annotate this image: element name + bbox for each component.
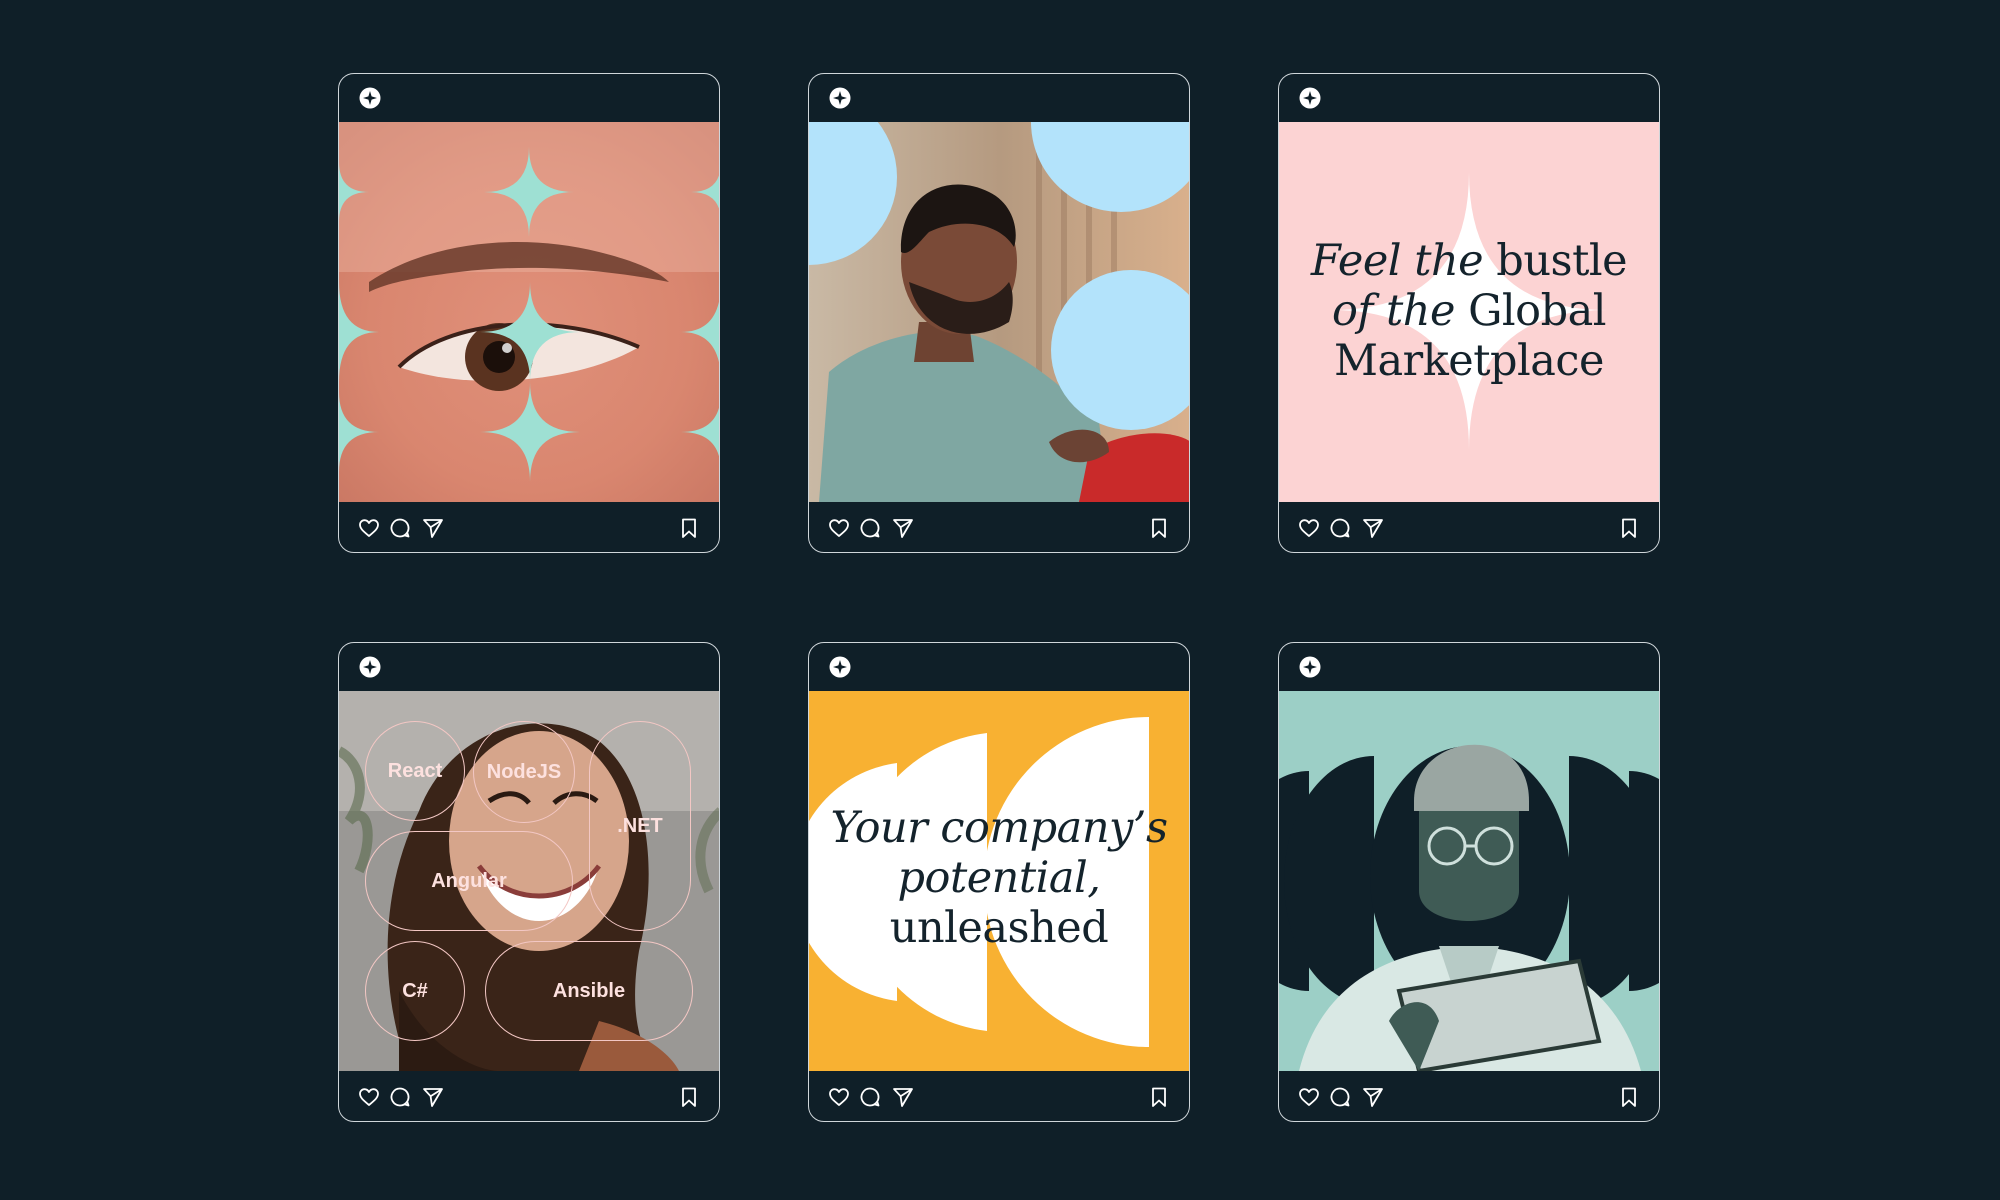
comment-icon[interactable]	[389, 1085, 413, 1109]
post-header	[809, 74, 1189, 122]
post-card-3[interactable]: Feel the bustle of the Global Marketplac…	[1278, 73, 1660, 553]
post-image-woman-tech[interactable]: React NodeJS .NET Angular C# Ansible	[339, 691, 719, 1071]
post-actions	[809, 1071, 1189, 1121]
tech-tag-ansible: Ansible	[485, 941, 693, 1041]
comment-icon[interactable]	[859, 1085, 883, 1109]
brand-logo-icon[interactable]	[829, 87, 851, 109]
post-image-man-window[interactable]	[809, 122, 1189, 502]
post-card-5[interactable]: Your company’s potential, unleashed	[808, 642, 1190, 1122]
bookmark-icon[interactable]	[677, 1085, 701, 1109]
post-header	[1279, 74, 1659, 122]
post-header	[339, 643, 719, 691]
heart-icon[interactable]	[827, 516, 851, 540]
post-card-1[interactable]	[338, 73, 720, 553]
post-caption: Feel the bustle of the Global Marketplac…	[1310, 236, 1628, 386]
tech-tag-angular: Angular	[365, 831, 573, 931]
send-icon[interactable]	[1361, 1085, 1385, 1109]
tech-tag-dotnet: .NET	[589, 721, 691, 931]
post-actions	[1279, 1071, 1659, 1121]
post-header	[339, 74, 719, 122]
brand-logo-icon[interactable]	[359, 656, 381, 678]
send-icon[interactable]	[421, 1085, 445, 1109]
tech-tag-csharp: C#	[365, 941, 465, 1041]
send-icon[interactable]	[891, 516, 915, 540]
comment-icon[interactable]	[389, 516, 413, 540]
heart-icon[interactable]	[1297, 516, 1321, 540]
send-icon[interactable]	[891, 1085, 915, 1109]
post-actions	[339, 502, 719, 552]
brand-logo-icon[interactable]	[359, 87, 381, 109]
post-header	[1279, 643, 1659, 691]
post-actions	[339, 1071, 719, 1121]
send-icon[interactable]	[1361, 516, 1385, 540]
post-image-man-tablet[interactable]	[1279, 691, 1659, 1071]
send-icon[interactable]	[421, 516, 445, 540]
comment-icon[interactable]	[1329, 1085, 1353, 1109]
post-card-2[interactable]	[808, 73, 1190, 553]
post-card-6[interactable]	[1278, 642, 1660, 1122]
tech-tag-nodejs: NodeJS	[473, 721, 575, 823]
post-caption: Your company’s potential, unleashed	[830, 803, 1168, 953]
post-header	[809, 643, 1189, 691]
bookmark-icon[interactable]	[1147, 1085, 1171, 1109]
comment-icon[interactable]	[1329, 516, 1353, 540]
heart-icon[interactable]	[357, 1085, 381, 1109]
brand-logo-icon[interactable]	[829, 656, 851, 678]
bookmark-icon[interactable]	[1147, 516, 1171, 540]
bookmark-icon[interactable]	[1617, 516, 1641, 540]
bookmark-icon[interactable]	[677, 516, 701, 540]
brand-logo-icon[interactable]	[1299, 87, 1321, 109]
heart-icon[interactable]	[1297, 1085, 1321, 1109]
post-actions	[1279, 502, 1659, 552]
post-graphic-potential[interactable]: Your company’s potential, unleashed	[809, 691, 1189, 1071]
bookmark-icon[interactable]	[1617, 1085, 1641, 1109]
heart-icon[interactable]	[357, 516, 381, 540]
post-graphic-marketplace[interactable]: Feel the bustle of the Global Marketplac…	[1279, 122, 1659, 502]
comment-icon[interactable]	[859, 516, 883, 540]
brand-logo-icon[interactable]	[1299, 656, 1321, 678]
post-card-4[interactable]: React NodeJS .NET Angular C# Ansible	[338, 642, 720, 1122]
tech-tag-react: React	[365, 721, 465, 821]
heart-icon[interactable]	[827, 1085, 851, 1109]
post-actions	[809, 502, 1189, 552]
post-image-eye[interactable]	[339, 122, 719, 502]
